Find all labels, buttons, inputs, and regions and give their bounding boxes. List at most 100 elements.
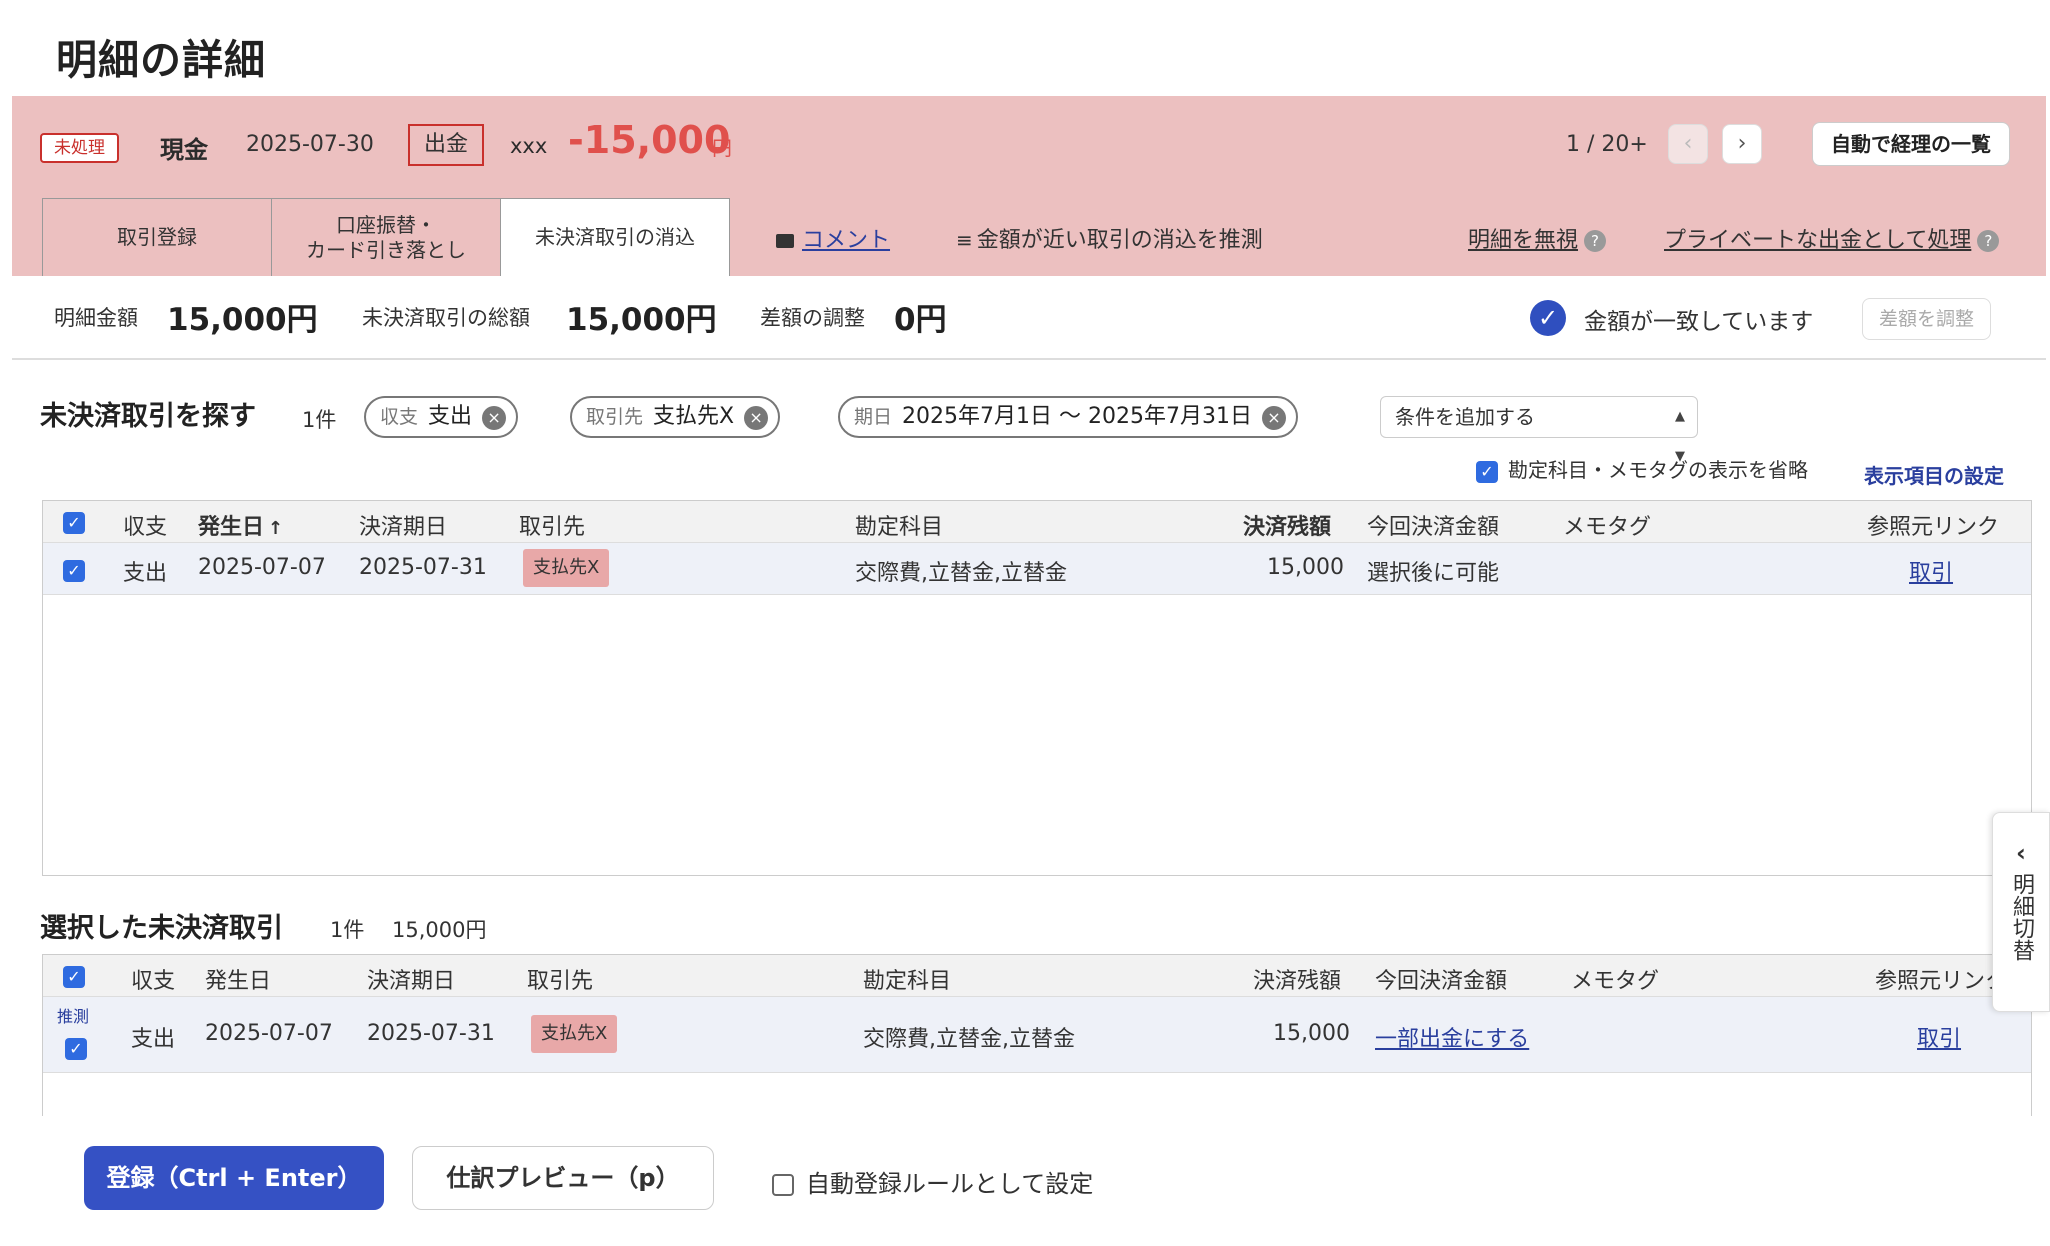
omit-columns-option[interactable]: ✓ 勘定科目・メモタグの表示を省略 [1476, 454, 1808, 483]
statement-description: xxx [510, 134, 548, 158]
row-balance: 15,000 [1267, 555, 1344, 580]
selected-table: ✓ 収支 発生日 決済期日 取引先 勘定科目 決済残額 今回決済金額 メモタグ … [42, 954, 2032, 1116]
diff-value: 0円 [894, 302, 947, 338]
page: 明細の詳細 未処理 現金 2025-07-30 出金 xxx -15,000 円… [12, 0, 2050, 1246]
row-account: 交際費,立替金,立替金 [855, 561, 1067, 586]
col-memo: メモタグ [1571, 969, 1660, 994]
private-expense-link[interactable]: プライベートな出金として処理? [1664, 222, 2000, 254]
col-ref: 参照元リンク [1875, 969, 2008, 994]
comment-icon [776, 234, 794, 248]
statement-header: 未処理 現金 2025-07-30 出金 xxx -15,000 円 1 / 2… [12, 96, 2046, 276]
guess-clear-label: 金額が近い取引の消込を推測 [976, 228, 1263, 253]
auto-rule-checkbox[interactable] [772, 1174, 794, 1196]
row-balance: 15,000 [1273, 1021, 1350, 1046]
amount-summary: 明細金額 15,000円 未決済取引の総額 15,000円 差額の調整 0円 ✓… [12, 276, 2046, 360]
check-icon: ✓ [63, 512, 85, 534]
search-title: 未決済取引を探す [40, 401, 256, 432]
chevron-left-icon: ‹ [2016, 839, 2026, 867]
chevron-right-icon: › [1737, 131, 1747, 156]
ignore-statement-label: 明細を無視 [1468, 228, 1579, 253]
comment-link[interactable]: コメント [776, 222, 890, 254]
row-checkbox[interactable]: ✓ [63, 557, 85, 582]
guess-label: 推測 [57, 1007, 90, 1026]
diff-label: 差額の調整 [760, 306, 865, 330]
filter-chip-due[interactable]: 期日 2025年7月1日 〜 2025年7月31日 × [838, 396, 1298, 438]
ref-link[interactable]: 取引 [1909, 555, 1953, 587]
chip-value: 支払先X [653, 404, 735, 429]
select-all-checkbox[interactable]: ✓ [63, 963, 85, 988]
match-status: 金額が一致しています [1584, 309, 1814, 335]
filter-chip-type[interactable]: 収支 支出 × [364, 396, 519, 438]
check-icon: ✓ [65, 1038, 87, 1060]
currency-label: 円 [712, 136, 732, 160]
select-all-checkbox[interactable]: ✓ [63, 509, 85, 534]
close-icon[interactable]: × [744, 406, 769, 430]
ignore-statement-link[interactable]: 明細を無視? [1468, 222, 1607, 254]
chip-value: 2025年7月1日 〜 2025年7月31日 [902, 404, 1252, 429]
col-balance: 決済残額 [1253, 969, 1342, 994]
statement-switch-label: 明細切替 [2009, 873, 2034, 961]
list-check-icon: ≡ [956, 228, 973, 252]
tab-register-label: 取引登録 [117, 225, 197, 249]
col-type: 収支 [123, 515, 168, 540]
col-partner: 取引先 [527, 969, 594, 994]
selected-total: 15,000円 [392, 918, 487, 942]
tab-transfer-line1: 口座振替・ [336, 212, 436, 237]
col-account: 勘定科目 [863, 969, 952, 994]
table-header: ✓ 収支 発生日 決済期日 取引先 勘定科目 決済残額 今回決済金額 メモタグ … [43, 955, 2031, 997]
comment-link-label: コメント [802, 228, 891, 253]
private-expense-label: プライベートな出金として処理 [1664, 228, 1972, 253]
guess-clear-link[interactable]: ≡ 金額が近い取引の消込を推測 [956, 222, 1263, 254]
row-date: 2025-07-07 [198, 555, 326, 580]
tab-register[interactable]: 取引登録 [42, 198, 272, 276]
register-button[interactable]: 登録（Ctrl + Enter） [84, 1146, 384, 1210]
chevron-left-icon: ‹ [1683, 131, 1693, 156]
row-due: 2025-07-31 [359, 555, 487, 580]
close-icon[interactable]: × [482, 406, 507, 430]
omit-checkbox[interactable]: ✓ [1476, 460, 1498, 483]
table-row[interactable]: ✓ 支出 2025-07-07 2025-07-31 支払先X 交際費,立替金,… [43, 543, 2031, 595]
statement-switch-toggle[interactable]: ‹ 明細切替 [1992, 812, 2050, 1012]
col-balance: 決済残額 [1243, 515, 1332, 540]
col-due: 決済期日 [367, 969, 456, 994]
row-account: 交際費,立替金,立替金 [863, 1027, 1075, 1052]
omit-label: 勘定科目・メモタグの表示を省略 [1508, 458, 1808, 482]
col-date: 発生日 [205, 969, 272, 994]
auto-list-button[interactable]: 自動で経理の一覧 [1812, 122, 2010, 166]
help-icon[interactable]: ? [1584, 230, 1607, 252]
adjust-diff-button[interactable]: 差額を調整 [1862, 298, 1992, 340]
close-icon[interactable]: × [1261, 406, 1286, 430]
statement-amount-value: 15,000円 [167, 302, 318, 338]
table-row[interactable]: 推測 ✓ 支出 2025-07-07 2025-07-31 支払先X 交際費,立… [43, 997, 2031, 1073]
status-badge: 未処理 [40, 133, 119, 163]
check-icon: ✓ [63, 966, 85, 988]
tab-clear-unsettled-label: 未決済取引の消込 [535, 225, 695, 249]
next-statement-button[interactable]: › [1722, 124, 1762, 164]
journal-preview-button[interactable]: 仕訳プレビュー（p） [412, 1146, 714, 1210]
statement-amount: -15,000 [568, 118, 731, 162]
check-icon: ✓ [63, 560, 85, 582]
pager-text: 1 / 20+ [1566, 132, 1648, 157]
prev-statement-button[interactable]: ‹ [1668, 124, 1708, 164]
col-memo: メモタグ [1563, 515, 1652, 540]
ref-link[interactable]: 取引 [1917, 1021, 1961, 1053]
add-condition-select[interactable]: 条件を追加する ▲ ▼ [1380, 396, 1698, 464]
col-date[interactable]: 発生日 ↑ [198, 509, 283, 541]
filter-chip-partner[interactable]: 取引先 支払先X × [570, 396, 781, 438]
row-checkbox[interactable]: ✓ [65, 1035, 87, 1060]
selected-title: 選択した未決済取引 [40, 913, 283, 944]
auto-rule-option[interactable]: 自動登録ルールとして設定 [772, 1164, 1093, 1199]
column-settings-link[interactable]: 表示項目の設定 [1864, 460, 2004, 489]
sort-arrow-icon: ↑ [268, 518, 284, 539]
partner-tag: 支払先X [531, 1015, 618, 1053]
row-this-amount: 選択後に可能 [1367, 561, 1500, 586]
tab-transfer[interactable]: 口座振替・ カード引き落とし [271, 198, 501, 276]
search-count: 1件 [302, 408, 337, 432]
partner-tag: 支払先X [523, 549, 610, 587]
tab-clear-unsettled[interactable]: 未決済取引の消込 [500, 198, 730, 276]
chip-key: 収支 [380, 406, 419, 428]
help-icon[interactable]: ? [1977, 230, 2000, 252]
col-account: 勘定科目 [855, 515, 944, 540]
col-ref: 参照元リンク [1867, 515, 2000, 540]
partial-payment-link[interactable]: 一部出金にする [1375, 1021, 1529, 1053]
